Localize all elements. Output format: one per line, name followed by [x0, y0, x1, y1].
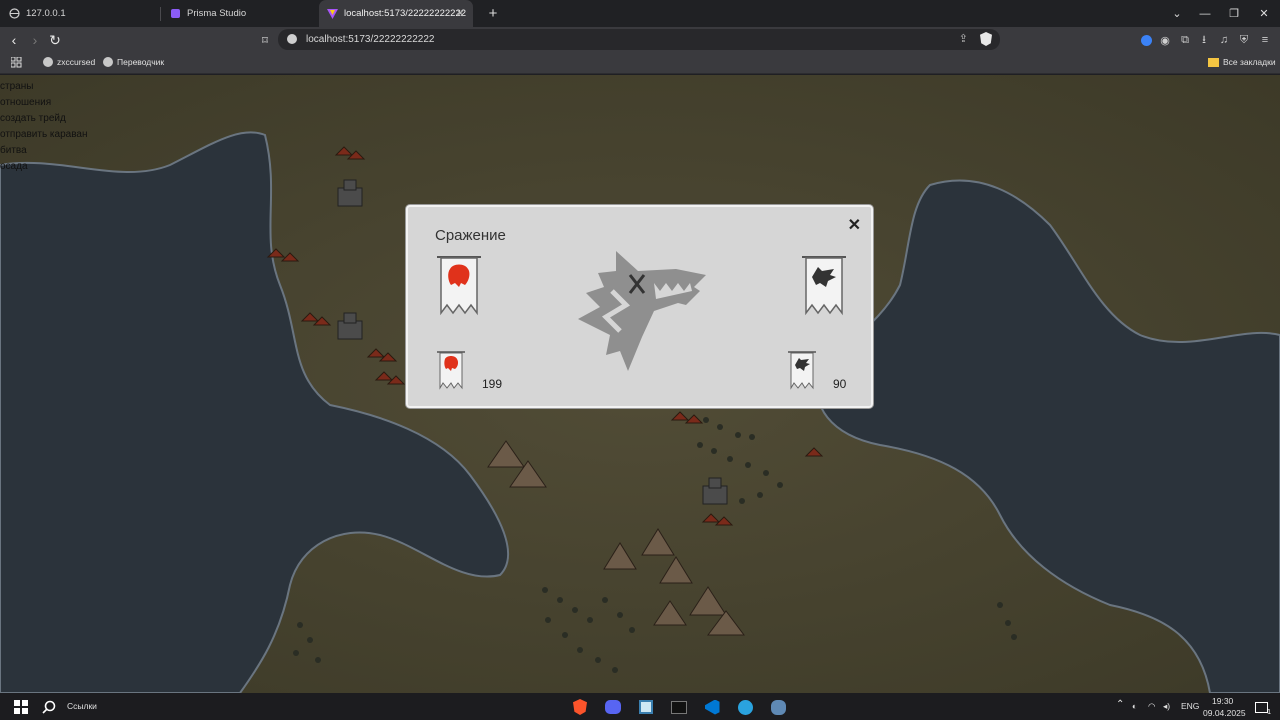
defender-wolf-banner-icon: [802, 256, 846, 316]
tray-arrow-icon[interactable]: ⌃: [1116, 699, 1124, 710]
music-icon[interactable]: ♫: [1217, 33, 1231, 47]
menu-item-battle[interactable]: битва: [0, 143, 88, 159]
url-text: localhost:5173/22222222222: [306, 34, 435, 45]
bookmark-translator[interactable]: Переводчик: [103, 57, 164, 67]
notifications-icon[interactable]: 1: [1250, 696, 1272, 718]
globe-icon: [103, 57, 113, 67]
prisma-icon: [169, 8, 181, 20]
all-bookmarks-label: Все закладки: [1223, 57, 1276, 67]
vpn-icon[interactable]: ◉: [1158, 33, 1172, 47]
attacker-army-banner-icon: [437, 351, 465, 390]
menu-item-countries[interactable]: страны: [0, 79, 88, 95]
windows-taskbar: Ссылки ⌃ ◐ ◠ ◂) ENG 19:30 09.04.2025 1: [0, 693, 1280, 720]
menu-item-create-trade[interactable]: создать трейд: [0, 111, 88, 127]
battle-modal: Сражение ✕ 199 90: [406, 205, 873, 408]
site-info-icon[interactable]: [287, 34, 297, 44]
close-tab-icon[interactable]: ✕: [456, 7, 465, 20]
restore-button[interactable]: ❐: [1219, 0, 1249, 27]
globe-icon: [8, 8, 20, 20]
clock-time[interactable]: 19:30: [1212, 696, 1233, 706]
vite-icon: [327, 8, 338, 20]
telegram-icon[interactable]: [734, 696, 756, 718]
postgres-icon[interactable]: [767, 696, 789, 718]
close-window-button[interactable]: ✕: [1249, 0, 1279, 27]
reload-button[interactable]: ↻: [46, 31, 64, 49]
defender-army-count: 90: [833, 377, 847, 391]
tab-prisma[interactable]: Prisma Studio: [161, 0, 319, 27]
tab-title: Prisma Studio: [187, 8, 247, 19]
tab-127[interactable]: 127.0.0.1: [0, 0, 160, 27]
download-icon[interactable]: ⭳: [1197, 33, 1211, 47]
tab-title: 127.0.0.1: [26, 8, 66, 19]
folder-icon: [1208, 57, 1219, 67]
taskbar-search-label[interactable]: Ссылки: [67, 701, 97, 711]
tab-title: localhost:5173/22222222222: [344, 8, 467, 19]
share-icon[interactable]: ⇪: [959, 32, 968, 45]
wolf-battle-emblem-icon: [578, 251, 706, 371]
volume-icon[interactable]: ◂): [1163, 701, 1170, 712]
globe-icon: [43, 57, 53, 67]
game-page: страны отношения создать трейд отправить…: [0, 75, 1280, 693]
search-icon[interactable]: [38, 696, 60, 718]
notepad-icon[interactable]: [635, 696, 657, 718]
notification-count: 1: [1267, 709, 1271, 716]
attacker-army-count: 199: [482, 377, 503, 391]
menu-item-send-caravan[interactable]: отправить караван: [0, 127, 88, 143]
menu-icon[interactable]: ≡: [1258, 33, 1272, 47]
apps-icon[interactable]: [11, 57, 22, 68]
menu-item-relations[interactable]: отношения: [0, 95, 88, 111]
tab-search-icon[interactable]: ⌄: [1162, 0, 1192, 27]
bookmarks-bar: zxccursed Переводчик Все закладки: [0, 53, 1280, 74]
forward-button[interactable]: ›: [26, 31, 44, 49]
minimize-button[interactable]: —: [1190, 0, 1220, 27]
address-bar[interactable]: localhost:5173/22222222222 ⇪: [278, 29, 1000, 50]
terminal-icon[interactable]: [668, 696, 690, 718]
new-tab-button[interactable]: +: [483, 4, 503, 24]
discord-icon[interactable]: [602, 696, 624, 718]
tab-localhost[interactable]: localhost:5173/22222222222 ✕: [319, 0, 473, 27]
vscode-icon[interactable]: [701, 696, 723, 718]
attacker-lion-banner-icon: [437, 256, 481, 316]
wifi-icon[interactable]: ◠: [1148, 701, 1155, 712]
tab-bar: 127.0.0.1 Prisma Studio localhost:5173/2…: [0, 0, 1280, 27]
windows-start-icon[interactable]: [10, 696, 32, 718]
close-icon[interactable]: ✕: [848, 215, 861, 235]
brave-shield-icon[interactable]: [980, 32, 992, 46]
tray-network-icon[interactable]: ◐: [1132, 701, 1137, 711]
extension-icon[interactable]: [1139, 33, 1153, 47]
wallet-icon[interactable]: ⛨: [1237, 33, 1251, 47]
back-button[interactable]: ‹: [5, 31, 23, 49]
bookmark-zxccursed[interactable]: zxccursed: [43, 57, 95, 67]
menu-item-siege[interactable]: осада: [0, 159, 88, 175]
clock-date[interactable]: 09.04.2025: [1203, 708, 1246, 718]
language-indicator[interactable]: ENG: [1181, 701, 1199, 711]
bookmark-page-icon[interactable]: ⌑: [256, 31, 274, 49]
bookmark-label: zxccursed: [57, 57, 96, 67]
extensions-icon[interactable]: ⧉: [1178, 33, 1192, 47]
bookmark-label: Переводчик: [117, 57, 165, 67]
game-menu: страны отношения создать трейд отправить…: [0, 79, 88, 175]
modal-title: Сражение: [435, 227, 506, 244]
defender-army-banner-icon: [788, 351, 816, 390]
all-bookmarks[interactable]: Все закладки: [1208, 57, 1276, 67]
browser-toolbar: ‹ › ↻ ⌑ localhost:5173/22222222222 ⇪ ◉ ⧉…: [0, 27, 1280, 53]
brave-browser-icon[interactable]: [569, 696, 591, 718]
